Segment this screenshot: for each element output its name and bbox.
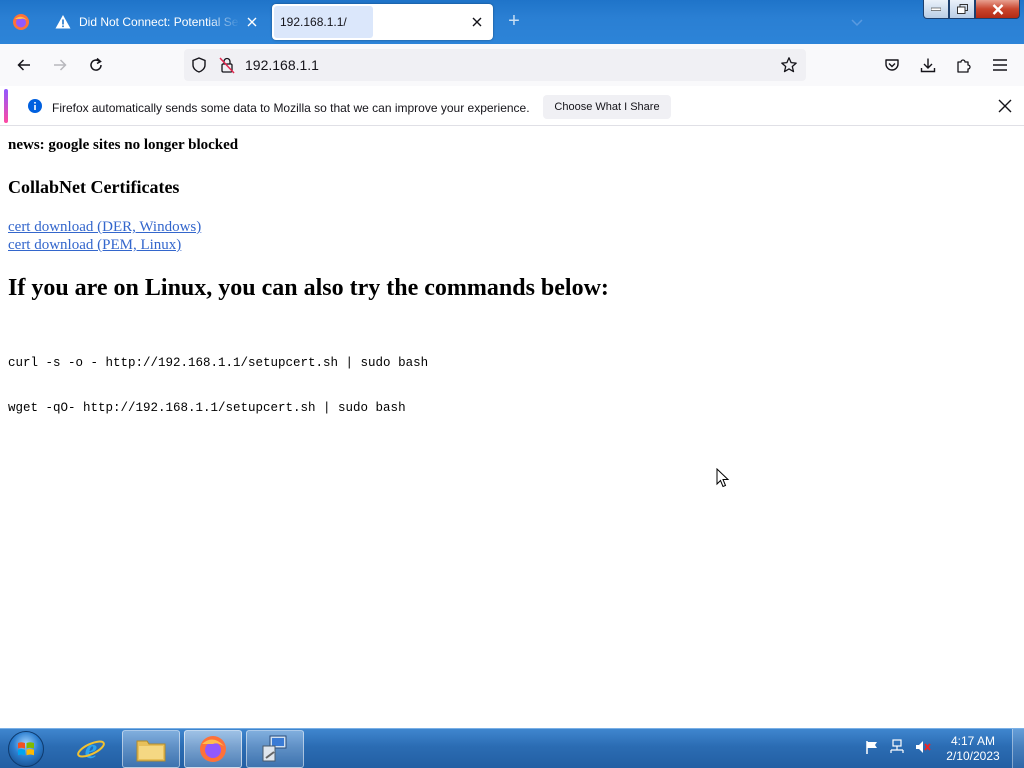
page-content: news: google sites no longer blocked Col… [0, 127, 1024, 728]
bookmark-star-icon[interactable] [780, 56, 798, 79]
downloads-icon[interactable] [913, 50, 943, 80]
tab-title-highlight: 192.168.1.1/ [274, 6, 373, 38]
extensions-puzzle-icon[interactable] [949, 50, 979, 80]
system-tray [864, 739, 932, 760]
tab-close-icon[interactable] [240, 10, 264, 34]
forward-arrow-icon[interactable] [45, 50, 75, 80]
windows-logo-icon [8, 731, 44, 767]
clock-time: 4:17 AM [950, 734, 996, 748]
list-all-tabs-chevron-icon[interactable] [849, 14, 865, 30]
notification-message: Firefox automatically sends some data to… [52, 101, 530, 115]
start-button[interactable] [4, 730, 48, 768]
commands-block: curl -s -o - http://192.168.1.1/setupcer… [8, 326, 1016, 446]
maximize-button[interactable] [949, 0, 975, 19]
hamburger-menu-icon[interactable] [985, 50, 1015, 80]
url-text[interactable]: 192.168.1.1 [245, 57, 319, 73]
choose-what-i-share-button[interactable]: Choose What I Share [543, 95, 671, 119]
internet-explorer-icon[interactable]: e [62, 730, 120, 768]
close-window-button[interactable] [975, 0, 1020, 19]
tab-title: Did Not Connect: Potential Security Issu… [79, 15, 240, 29]
news-line: news: google sites no longer blocked [8, 137, 239, 153]
taskbar: e 4:17 AM 2/10/2023 [0, 728, 1024, 768]
tracking-protection-shield-icon[interactable] [190, 56, 208, 79]
cert-download-der-link[interactable]: cert download (DER, Windows) [8, 218, 1016, 236]
url-bar[interactable]: 192.168.1.1 [184, 49, 806, 81]
firefox-taskbar-icon[interactable] [184, 730, 242, 768]
clock[interactable]: 4:17 AM 2/10/2023 [940, 734, 1006, 764]
network-icon[interactable] [888, 739, 906, 760]
mouse-pointer-icon [716, 467, 730, 493]
cert-links: cert download (DER, Windows) cert downlo… [8, 218, 1016, 254]
new-tab-plus-icon[interactable]: + [502, 10, 526, 34]
show-desktop-button[interactable] [1012, 729, 1024, 768]
firefox-menu-icon[interactable] [0, 0, 42, 44]
curl-command: curl -s -o - http://192.168.1.1/setupcer… [8, 356, 429, 370]
tab-title: 192.168.1.1/ [280, 15, 347, 29]
data-reporting-notification: Firefox automatically sends some data to… [0, 86, 1024, 126]
window-controls [923, 0, 1020, 20]
svg-text:e: e [85, 734, 97, 764]
back-arrow-icon[interactable] [9, 50, 39, 80]
linux-commands-heading: If you are on Linux, you can also try th… [8, 275, 609, 301]
certificates-heading: CollabNet Certificates [8, 177, 180, 197]
tab-current[interactable]: 192.168.1.1/ [272, 4, 493, 40]
tab-did-not-connect[interactable]: Did Not Connect: Potential Security Issu… [46, 4, 268, 40]
action-center-flag-icon[interactable] [864, 739, 880, 760]
notification-close-icon[interactable] [998, 99, 1012, 118]
info-icon [28, 99, 42, 118]
file-explorer-icon[interactable] [122, 730, 180, 768]
reload-icon[interactable] [81, 50, 111, 80]
cert-download-pem-link[interactable]: cert download (PEM, Linux) [8, 236, 1016, 254]
pocket-icon[interactable] [877, 50, 907, 80]
network-setup-icon[interactable] [246, 730, 304, 768]
volume-muted-icon[interactable] [914, 739, 932, 760]
title-bar: Did Not Connect: Potential Security Issu… [0, 0, 1024, 44]
wget-command: wget -qO- http://192.168.1.1/setupcert.s… [8, 401, 406, 415]
warning-icon [55, 14, 71, 30]
insecure-lock-icon[interactable] [218, 56, 236, 79]
minimize-button[interactable] [923, 0, 949, 19]
navigation-toolbar: 192.168.1.1 [0, 44, 1024, 86]
tab-close-icon[interactable] [465, 10, 489, 34]
clock-date: 2/10/2023 [946, 749, 1000, 763]
